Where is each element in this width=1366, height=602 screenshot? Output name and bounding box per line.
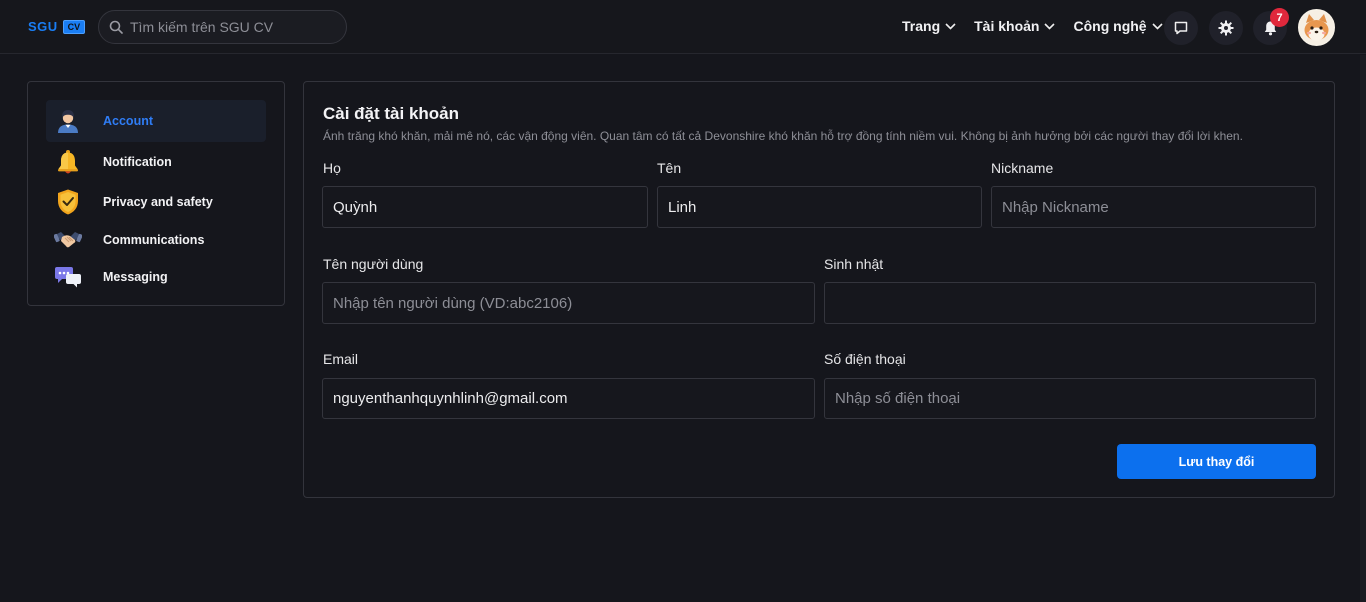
settings-sidebar: Account Notification Privacy and safety — [27, 81, 285, 306]
nav-tai-khoan-label: Tài khoản — [974, 18, 1040, 34]
chevron-down-icon — [1152, 22, 1163, 30]
last-name-label: Họ — [323, 160, 341, 176]
sidebar-item-label: Messaging — [103, 270, 168, 284]
sidebar-item-account[interactable]: Account — [46, 100, 266, 142]
email-input[interactable] — [322, 378, 815, 419]
settings-button[interactable] — [1209, 11, 1243, 45]
logo-text: SGU — [28, 19, 58, 34]
nav-cong-nghe[interactable]: Công nghệ — [1073, 18, 1163, 34]
chat-bubbles-icon — [48, 262, 88, 292]
birthday-label: Sinh nhật — [824, 256, 884, 272]
chevron-down-icon — [945, 22, 956, 30]
main-nav: Trang Tài khoản Công nghệ — [902, 18, 1163, 34]
gear-icon — [1218, 20, 1234, 36]
sgu-cv-logo[interactable]: SGU CV — [28, 19, 86, 34]
username-label: Tên người dùng — [323, 256, 424, 272]
sidebar-item-privacy[interactable]: Privacy and safety — [46, 181, 266, 223]
phone-input[interactable] — [824, 378, 1316, 419]
phone-label: Số điện thoại — [824, 351, 906, 367]
sidebar-item-label: Communications — [103, 233, 205, 247]
nav-cong-nghe-label: Công nghệ — [1073, 18, 1147, 34]
page-title: Cài đặt tài khoản — [323, 104, 460, 123]
sidebar-item-messaging[interactable]: Messaging — [46, 256, 266, 298]
nav-trang[interactable]: Trang — [902, 18, 956, 34]
handshake-icon — [48, 225, 88, 255]
last-name-input[interactable] — [322, 186, 648, 228]
birthday-input[interactable] — [824, 282, 1316, 324]
logo-tag: CV — [62, 19, 86, 34]
page-description: Ánh trăng khó khăn, mải mê nó, các vận đ… — [323, 129, 1243, 143]
nickname-input[interactable] — [991, 186, 1316, 228]
sidebar-item-communications[interactable]: Communications — [46, 219, 266, 261]
search-box[interactable] — [98, 10, 347, 44]
account-settings-card: Cài đặt tài khoản Ánh trăng khó khăn, mả… — [303, 81, 1335, 498]
first-name-label: Tên — [657, 160, 682, 176]
message-icon — [1174, 21, 1188, 35]
nav-trang-label: Trang — [902, 18, 941, 34]
sidebar-item-label: Account — [103, 114, 153, 128]
page-scrollbar[interactable] — [1360, 55, 1366, 602]
user-avatar-icon — [48, 106, 88, 136]
notification-count-badge: 7 — [1270, 8, 1289, 27]
shield-check-icon — [48, 187, 88, 217]
messages-button[interactable] — [1164, 11, 1198, 45]
email-label: Email — [323, 351, 359, 367]
username-input[interactable] — [322, 282, 815, 324]
first-name-input[interactable] — [657, 186, 982, 228]
search-icon — [109, 20, 123, 34]
sidebar-item-label: Privacy and safety — [103, 195, 213, 209]
bell-icon — [48, 147, 88, 177]
shiba-avatar-icon — [1300, 11, 1333, 44]
sidebar-item-label: Notification — [103, 155, 172, 169]
nav-tai-khoan[interactable]: Tài khoản — [974, 18, 1056, 34]
top-navbar: SGU CV Trang Tài khoản Công nghệ — [0, 0, 1366, 54]
save-changes-button[interactable]: Lưu thay đổi — [1117, 444, 1316, 479]
sidebar-item-notification[interactable]: Notification — [46, 141, 266, 183]
search-input[interactable] — [130, 19, 330, 35]
user-avatar[interactable] — [1298, 9, 1335, 46]
chevron-down-icon — [1044, 22, 1056, 30]
nickname-label: Nickname — [991, 160, 1054, 176]
